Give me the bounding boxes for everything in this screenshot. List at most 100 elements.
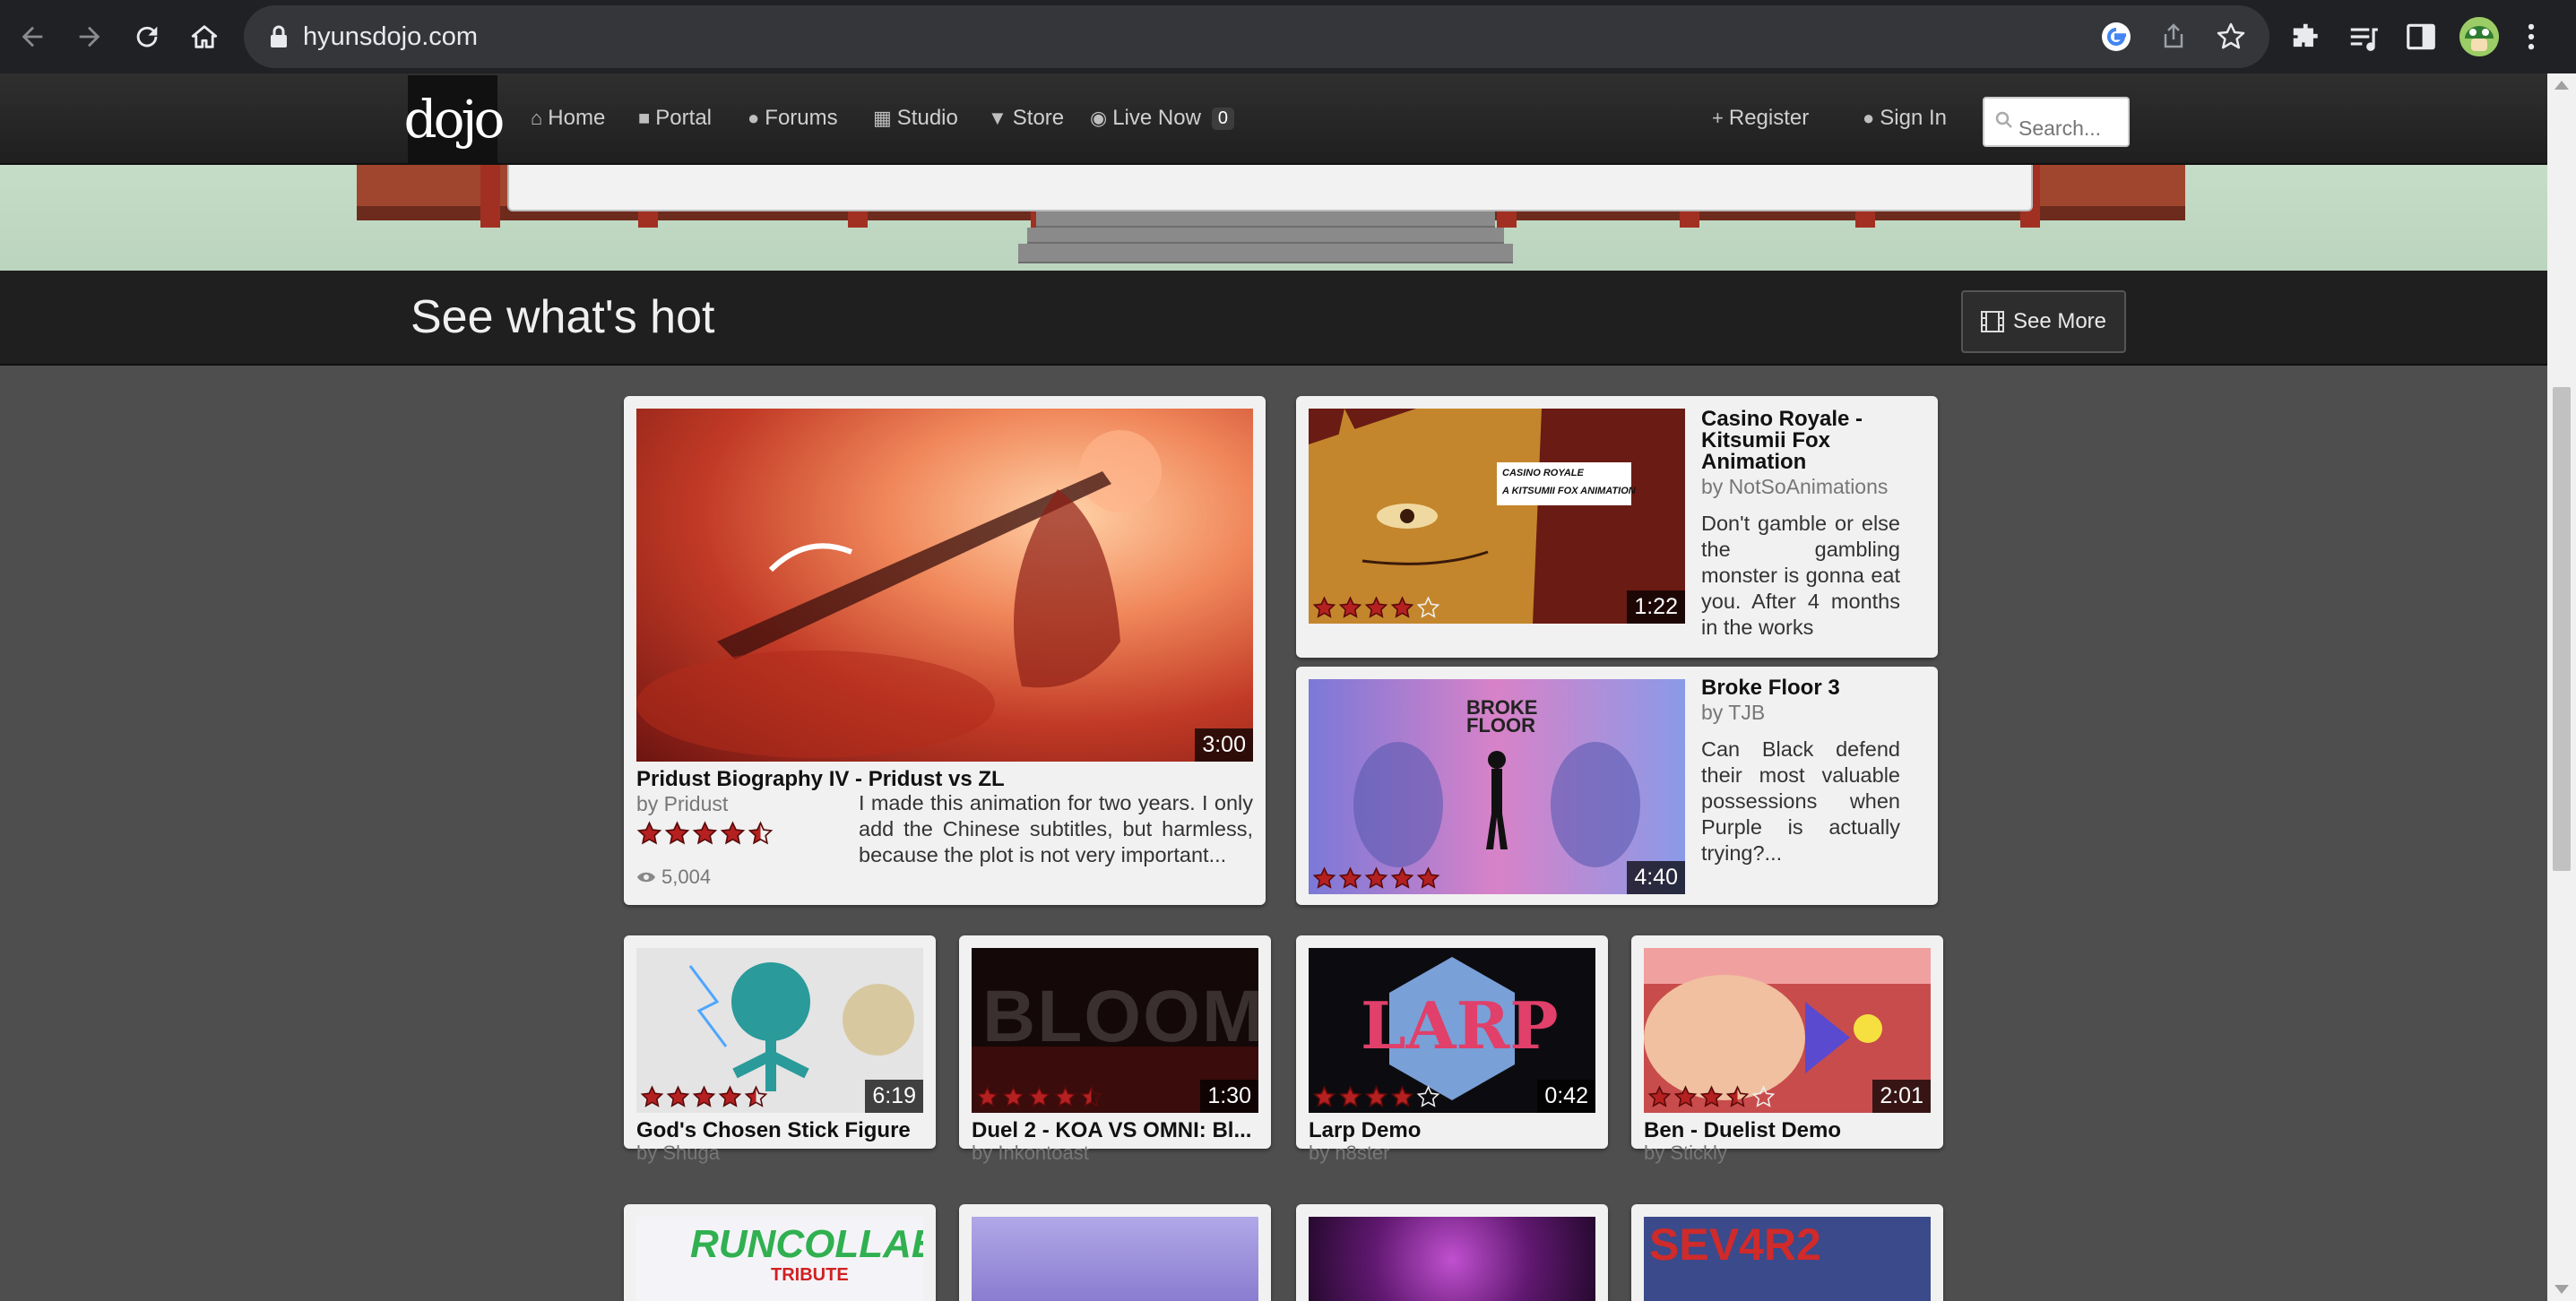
video-title[interactable]: Broke Floor 3: [1701, 676, 1840, 701]
nav-live-now[interactable]: ◉ Live Now 0: [1090, 106, 1235, 131]
video-thumbnail[interactable]: BROKE FLOOR 4:40: [1309, 679, 1685, 894]
google-lens-icon[interactable]: [2101, 22, 2131, 52]
star-full-icon: [1699, 1085, 1724, 1107]
profile-avatar[interactable]: [2459, 17, 2499, 56]
star-full-icon: [692, 1085, 716, 1107]
video-duration: 2:01: [1872, 1080, 1931, 1113]
star-full-icon: [1390, 866, 1414, 889]
video-author[interactable]: by Stickly: [1644, 1142, 1727, 1165]
bookmark-star-icon[interactable]: [2216, 22, 2246, 52]
back-button[interactable]: [11, 15, 54, 58]
video-thumbnail[interactable]: 3:00: [636, 409, 1253, 762]
video-thumbnail[interactable]: [972, 1217, 1258, 1301]
star-full-icon: [1001, 1085, 1025, 1107]
star-full-icon: [1364, 866, 1388, 889]
scrollbar-thumb[interactable]: [2553, 387, 2571, 871]
video-author[interactable]: by Inkontoast: [972, 1142, 1089, 1165]
nav-store-label: Store: [1012, 106, 1065, 130]
rating-stars: [1647, 1085, 1776, 1109]
star-half-icon: [1079, 1085, 1103, 1107]
search-icon: [1995, 111, 2012, 128]
star-empty-icon: [1416, 596, 1440, 618]
video-card-sev4r2[interactable]: SEV4R2: [1631, 1204, 1943, 1301]
video-title[interactable]: Casino Royale - Kitsumii Fox Animation: [1701, 409, 1916, 473]
video-thumbnail[interactable]: BLOOM 1:30: [972, 948, 1258, 1113]
video-card-duel-2[interactable]: BLOOM 1:30 Duel 2 - KOA VS OMNI: Bl... b…: [959, 935, 1271, 1164]
video-thumbnail[interactable]: [1309, 1217, 1595, 1301]
film-icon: [1980, 311, 2004, 332]
star-full-icon: [1338, 1085, 1362, 1107]
scroll-up-arrow-icon[interactable]: [2554, 81, 2569, 90]
video-card-ben-duelist-demo[interactable]: 2:01 Ben - Duelist Demo by Stickly: [1631, 935, 1943, 1164]
reload-button[interactable]: [125, 15, 169, 58]
nav-portal[interactable]: ■ Portal: [638, 106, 712, 131]
site-logo[interactable]: dojo: [404, 75, 505, 163]
video-duration: 4:40: [1627, 861, 1685, 894]
video-card-gods-chosen-stick-figure[interactable]: 6:19 God's Chosen Stick Figure by Shuga: [624, 935, 936, 1164]
star-half-icon: [1725, 1085, 1750, 1107]
page-scrollbar[interactable]: [2547, 73, 2576, 1301]
video-thumbnail[interactable]: 6:19: [636, 948, 923, 1113]
video-title[interactable]: Pridust Biography IV - Pridust vs ZL: [636, 767, 1253, 792]
hot-section-header: See what's hot See More: [0, 271, 2547, 366]
nav-store[interactable]: ▼ Store: [988, 106, 1064, 131]
forward-button[interactable]: [68, 15, 111, 58]
side-panel-icon[interactable]: [2404, 20, 2438, 54]
home-button[interactable]: [183, 15, 226, 58]
signin-link[interactable]: ● Sign In: [1863, 106, 1947, 131]
video-card-larp-demo[interactable]: LARP 0:42 Larp Demo by n8ster: [1296, 935, 1608, 1164]
star-full-icon: [666, 1085, 690, 1107]
video-author[interactable]: by NotSoAnimations: [1701, 475, 1888, 499]
video-card-bottom-2[interactable]: [959, 1204, 1271, 1301]
video-thumbnail[interactable]: LARP 0:42: [1309, 948, 1595, 1113]
reload-icon: [136, 26, 158, 47]
video-author[interactable]: by TJB: [1701, 701, 1765, 725]
mushroom-avatar-icon: [2459, 17, 2499, 56]
nav-home[interactable]: ⌂ Home: [531, 106, 605, 131]
register-link[interactable]: + Register: [1712, 106, 1809, 131]
lock-icon: [271, 25, 287, 47]
video-title[interactable]: Ben - Duelist Demo: [1644, 1118, 1931, 1143]
video-duration: 1:22: [1627, 590, 1685, 624]
star-half-icon: [748, 821, 774, 845]
featured-video-card[interactable]: 3:00 Pridust Biography IV - Pridust vs Z…: [624, 396, 1266, 905]
star-full-icon: [1416, 866, 1440, 889]
star-full-icon: [1312, 866, 1336, 889]
star-full-icon: [1390, 1085, 1414, 1107]
scroll-down-arrow-icon[interactable]: [2554, 1285, 2569, 1294]
thumb-caption: FLOOR: [1466, 714, 1535, 737]
extensions-icon[interactable]: [2289, 20, 2323, 54]
video-card-runcollab[interactable]: RUNCOLLAB TRIBUTE: [624, 1204, 936, 1301]
video-thumbnail[interactable]: 2:01: [1644, 948, 1931, 1113]
star-full-icon: [640, 1085, 664, 1107]
nav-live-now-label: Live Now: [1112, 106, 1201, 130]
video-card-bottom-3[interactable]: [1296, 1204, 1608, 1301]
media-playlist-icon[interactable]: [2347, 20, 2381, 54]
video-author[interactable]: by Pridust: [636, 792, 728, 816]
star-full-icon: [1312, 1085, 1336, 1107]
eye-icon: ◉: [1090, 107, 1108, 129]
video-card-casino-royale[interactable]: CASINO ROYALE A KITSUMII FOX ANIMATION 1…: [1296, 396, 1938, 658]
video-author[interactable]: by n8ster: [1309, 1142, 1390, 1165]
page-viewport: dojo ⌂ Home ■ Portal ● Forums ▦ Studio ▼ Stor…: [0, 73, 2547, 1301]
video-thumbnail[interactable]: RUNCOLLAB TRIBUTE: [636, 1217, 923, 1301]
video-card-broke-floor-3[interactable]: BROKE FLOOR 4:40 Broke Floor 3 by TJB Ca…: [1296, 667, 1938, 905]
see-more-label: See More: [2012, 309, 2107, 333]
rating-stars: [1312, 866, 1440, 891]
address-bar[interactable]: hyunsdojo.com: [244, 5, 2269, 68]
share-icon[interactable]: [2158, 22, 2189, 52]
nav-forums[interactable]: ● Forums: [748, 106, 838, 131]
video-thumbnail[interactable]: CASINO ROYALE A KITSUMII FOX ANIMATION 1…: [1309, 409, 1685, 624]
video-author[interactable]: by Shuga: [636, 1142, 720, 1165]
plus-icon: +: [1712, 107, 1724, 129]
video-title[interactable]: Duel 2 - KOA VS OMNI: Bl...: [972, 1118, 1258, 1143]
star-full-icon: [636, 821, 662, 845]
video-thumbnail[interactable]: SEV4R2: [1644, 1217, 1931, 1301]
nav-studio[interactable]: ▦ Studio: [873, 106, 958, 131]
video-title[interactable]: Larp Demo: [1309, 1118, 1595, 1143]
more-menu-icon[interactable]: [2522, 20, 2540, 54]
star-full-icon: [720, 821, 746, 845]
star-empty-icon: [1416, 1085, 1440, 1107]
see-more-button[interactable]: See More: [1961, 290, 2126, 353]
video-title[interactable]: God's Chosen Stick Figure: [636, 1118, 923, 1143]
